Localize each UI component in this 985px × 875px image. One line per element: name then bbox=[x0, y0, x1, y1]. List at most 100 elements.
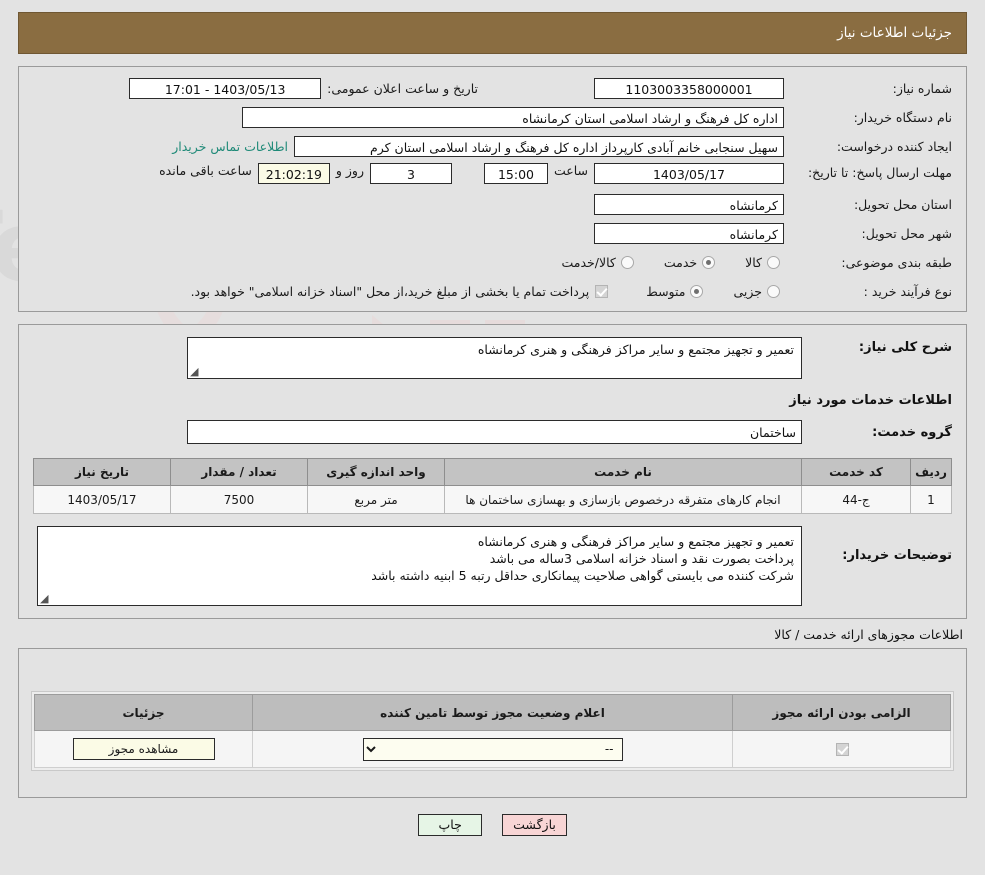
time-label: ساعت bbox=[553, 163, 588, 178]
category-radio-kala-khedmat[interactable]: کالا/خدمت bbox=[561, 255, 637, 270]
table-row: 1 ج-44 انجام کارهای متفرقه درخصوص بازساز… bbox=[33, 485, 952, 514]
checkbox-icon bbox=[836, 743, 849, 756]
treasury-note-checkbox: پرداخت تمام یا بخشی از مبلغ خرید،از محل … bbox=[191, 284, 613, 299]
announce-value: 1403/05/13 - 17:01 bbox=[129, 77, 322, 99]
category-option-label: خدمت bbox=[663, 254, 698, 270]
cell-permit-required bbox=[732, 730, 951, 768]
need-number-label: شماره نیاز: bbox=[892, 80, 952, 96]
buyer-notes-line: پرداخت بصورت نقد و اسناد خزانه اسلامی 3س… bbox=[489, 551, 794, 566]
need-desc-text: تعمیر و تجهیز مجتمع و سایر مراکز فرهنگی … bbox=[477, 342, 794, 357]
deadline-row: مهلت ارسال پاسخ: تا تاریخ: 1403/05/17 سا… bbox=[33, 163, 952, 187]
creator-value: سهیل سنجابی خانم آبادی کارپرداز اداره کل… bbox=[294, 135, 784, 157]
category-radio-khedmat[interactable]: خدمت bbox=[664, 255, 719, 270]
city-label: شهر محل تحویل: bbox=[861, 225, 952, 241]
permits-section-title: اطلاعات مجوزهای ارائه خدمت / کالا bbox=[774, 627, 963, 642]
deadline-time: 15:00 bbox=[483, 163, 548, 184]
page-root: AriaTender .net جزئیات اطلاعات نیاز شمار… bbox=[0, 0, 985, 875]
cell-permit-details: مشاهده مجوز bbox=[34, 730, 253, 768]
need-summary-panel: شماره نیاز: 1103003358000001 تاریخ و ساع… bbox=[18, 66, 967, 312]
page-header: جزئیات اطلاعات نیاز bbox=[18, 12, 967, 54]
category-label: طبقه بندی موضوعی: bbox=[841, 254, 952, 270]
col-permit-required: الزامی بودن ارائه مجوز bbox=[732, 694, 951, 731]
permit-status-select[interactable]: -- bbox=[362, 737, 623, 761]
need-desc-label: شرح کلی نیاز: bbox=[858, 340, 952, 355]
col-permit-status: اعلام وضعیت مجوز توسط تامین کننده bbox=[252, 694, 733, 731]
countdown-timer: 21:02:19 bbox=[257, 163, 330, 184]
buyer-notes-value: تعمیر و تجهیز مجتمع و سایر مراکز فرهنگی … bbox=[37, 526, 802, 606]
category-option-label: کالا bbox=[745, 254, 762, 270]
need-desc-value: تعمیر و تجهیز مجتمع و سایر مراکز فرهنگی … bbox=[187, 337, 802, 379]
deadline-label: مهلت ارسال پاسخ: تا تاریخ: bbox=[807, 165, 952, 180]
process-label: نوع فرآیند خرید : bbox=[863, 283, 952, 299]
radio-icon bbox=[620, 255, 634, 269]
process-option-label: جزیی bbox=[733, 283, 762, 299]
cell-need-date: 1403/05/17 bbox=[33, 485, 171, 514]
radio-icon bbox=[767, 255, 780, 269]
checkbox-icon bbox=[595, 284, 609, 298]
buyer-notes-row: توضیحات خریدار: تعمیر و تجهیز مجتمع و سا… bbox=[33, 526, 952, 606]
print-button[interactable]: چاپ bbox=[418, 814, 483, 836]
cell-quantity: 7500 bbox=[170, 485, 308, 514]
buyer-org-row: نام دستگاه خریدار: اداره کل فرهنگ و ارشا… bbox=[33, 105, 952, 129]
creator-row: ایجاد کننده درخواست: سهیل سنجابی خانم آب… bbox=[33, 134, 952, 158]
process-radio-motevaset[interactable]: متوسط bbox=[646, 284, 707, 299]
category-row: طبقه بندی موضوعی: کالا خدمت کالا/خدمت bbox=[33, 250, 952, 274]
buyer-contact-link[interactable]: اطلاعات تماس خریدار bbox=[166, 139, 294, 154]
services-section-title: اطلاعات خدمات مورد نیاز bbox=[789, 393, 952, 408]
cell-service-name: انجام کارهای متفرقه درخصوص بازسازی و بهس… bbox=[444, 485, 802, 514]
province-row: استان محل تحویل: کرمانشاه bbox=[33, 192, 952, 216]
category-radio-kala[interactable]: کالا bbox=[745, 255, 784, 270]
province-label: استان محل تحویل: bbox=[853, 196, 952, 212]
announce-label: تاریخ و ساعت اعلان عمومی: bbox=[327, 80, 478, 96]
buyer-notes-line: تعمیر و تجهیز مجتمع و سایر مراکز فرهنگی … bbox=[477, 534, 794, 549]
city-row: شهر محل تحویل: کرمانشاه bbox=[33, 221, 952, 245]
view-permit-button[interactable]: مشاهده مجوز bbox=[72, 738, 215, 760]
process-row: نوع فرآیند خرید : جزیی متوسط پرداخت تمام… bbox=[33, 279, 952, 303]
cell-unit: متر مربع bbox=[307, 485, 445, 514]
process-radio-jozei[interactable]: جزیی bbox=[733, 284, 784, 299]
days-remaining: 3 bbox=[369, 163, 452, 184]
page-title: جزئیات اطلاعات نیاز bbox=[837, 25, 952, 41]
col-service-name: نام خدمت bbox=[444, 458, 802, 486]
col-unit: واحد اندازه گیری bbox=[307, 458, 445, 486]
cell-permit-status: -- bbox=[252, 730, 733, 768]
radio-icon bbox=[690, 284, 704, 298]
col-radif: ردیف bbox=[910, 458, 952, 486]
service-group-row: گروه خدمت: ساختمان bbox=[33, 420, 952, 444]
cell-radif: 1 bbox=[910, 485, 952, 514]
buyer-org-value: اداره کل فرهنگ و ارشاد اسلامی استان کرما… bbox=[242, 106, 784, 128]
process-option-label: متوسط bbox=[646, 283, 686, 299]
category-option-label: کالا/خدمت bbox=[561, 254, 616, 270]
back-button[interactable]: بازگشت bbox=[502, 814, 567, 836]
buyer-notes-label: توضیحات خریدار: bbox=[842, 548, 952, 563]
city-value: کرمانشاه bbox=[594, 222, 784, 244]
deadline-date: 1403/05/17 bbox=[594, 163, 784, 184]
radio-icon bbox=[702, 255, 716, 269]
permits-table-header-row: الزامی بودن ارائه مجوز اعلام وضعیت مجوز … bbox=[34, 694, 951, 731]
resize-grip-icon[interactable]: ◣ bbox=[40, 592, 50, 605]
days-label: روز و bbox=[335, 163, 364, 178]
need-desc-row: شرح کلی نیاز: تعمیر و تجهیز مجتمع و سایر… bbox=[33, 337, 952, 379]
footer-actions: بازگشت چاپ bbox=[0, 814, 985, 836]
resize-grip-icon[interactable]: ◣ bbox=[190, 365, 200, 378]
col-quantity: تعداد / مقدار bbox=[170, 458, 308, 486]
creator-label: ایجاد کننده درخواست: bbox=[836, 138, 952, 154]
permits-table-wrapper: الزامی بودن ارائه مجوز اعلام وضعیت مجوز … bbox=[31, 691, 954, 771]
province-value: کرمانشاه bbox=[594, 193, 784, 215]
service-group-value: ساختمان bbox=[187, 420, 802, 444]
services-table: ردیف کد خدمت نام خدمت واحد اندازه گیری ت… bbox=[33, 458, 952, 514]
countdown-label: ساعت باقی مانده bbox=[159, 163, 252, 178]
col-need-date: تاریخ نیاز bbox=[33, 458, 171, 486]
cell-service-code: ج-44 bbox=[801, 485, 911, 514]
services-table-header-row: ردیف کد خدمت نام خدمت واحد اندازه گیری ت… bbox=[33, 458, 952, 486]
need-number-row: شماره نیاز: 1103003358000001 تاریخ و ساع… bbox=[33, 76, 952, 100]
need-number-value: 1103003358000001 bbox=[594, 77, 784, 99]
treasury-note-text: پرداخت تمام یا بخشی از مبلغ خرید،از محل … bbox=[190, 283, 590, 299]
permits-panel: الزامی بودن ارائه مجوز اعلام وضعیت مجوز … bbox=[18, 648, 967, 798]
buyer-notes-line: شرکت کننده می بایستی گواهی صلاحیت پیمانک… bbox=[371, 568, 794, 583]
radio-icon bbox=[767, 284, 780, 298]
table-row: -- مشاهده مجوز bbox=[34, 730, 951, 768]
service-group-label: گروه خدمت: bbox=[872, 424, 952, 440]
permits-table: الزامی بودن ارائه مجوز اعلام وضعیت مجوز … bbox=[34, 694, 951, 768]
col-permit-details: جزئیات bbox=[34, 694, 253, 731]
